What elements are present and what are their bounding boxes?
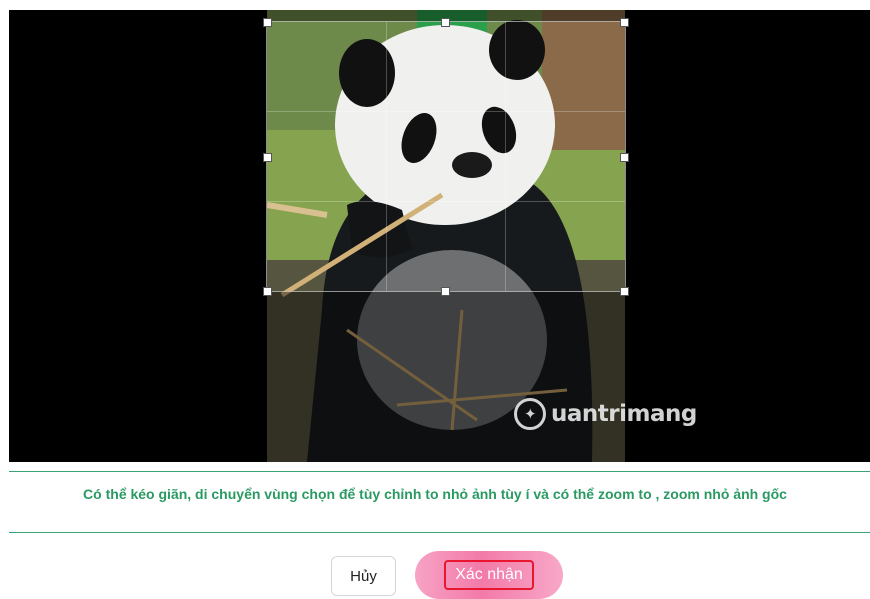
crop-guide-v2: [505, 22, 506, 291]
crop-guide-h1: [267, 111, 625, 112]
crop-handle-middle-left[interactable]: [263, 153, 272, 162]
watermark: ✦ uantrimang: [514, 398, 697, 430]
crop-handle-bottom-right[interactable]: [620, 287, 629, 296]
image-crop-editor[interactable]: ✦ uantrimang: [9, 10, 870, 462]
confirm-button-label: Xác nhận: [444, 560, 534, 590]
cancel-button[interactable]: Hủy: [331, 556, 396, 596]
lightbulb-icon: ✦: [514, 398, 546, 430]
crop-guide-v1: [386, 22, 387, 291]
divider-top: [9, 471, 870, 472]
crop-handle-middle-right[interactable]: [620, 153, 629, 162]
crop-handle-top-left[interactable]: [263, 18, 272, 27]
crop-handle-bottom-left[interactable]: [263, 287, 272, 296]
crop-guide-h2: [267, 201, 625, 202]
divider-bottom: [9, 532, 870, 533]
crop-selection[interactable]: [266, 21, 626, 292]
crop-handle-top-right[interactable]: [620, 18, 629, 27]
confirm-button[interactable]: Xác nhận: [415, 551, 563, 599]
watermark-text: uantrimang: [551, 401, 697, 427]
crop-mask-bottom: [267, 291, 625, 462]
crop-handle-bottom-center[interactable]: [441, 287, 450, 296]
crop-instructions: Có thể kéo giãn, di chuyển vùng chọn để …: [83, 486, 787, 502]
crop-handle-top-center[interactable]: [441, 18, 450, 27]
